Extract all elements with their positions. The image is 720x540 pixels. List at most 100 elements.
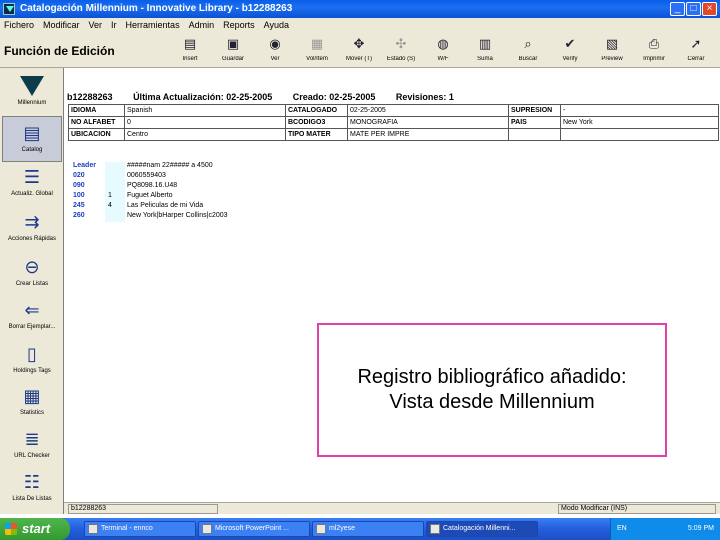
view-button[interactable]: ◉ Ver bbox=[255, 34, 295, 66]
title-bar: Catalogación Millennium - Innovative Lib… bbox=[0, 0, 720, 18]
table-row: IDIOMA Spanish CATALOGADO 02-25-2005 SUP… bbox=[68, 104, 719, 117]
preview-icon: ▧ bbox=[605, 36, 619, 51]
fixed-field-label bbox=[508, 128, 561, 141]
taskbar-item-folder[interactable]: ml2yese bbox=[312, 521, 424, 537]
menu-ir[interactable]: Ir bbox=[111, 20, 117, 30]
status-icon: ✣ bbox=[395, 36, 407, 51]
marc-value: New York|bHarper Collins|c2003 bbox=[127, 212, 228, 219]
sidebar-item-create-lists[interactable]: ⊖ Crear Listas bbox=[2, 251, 62, 297]
fixed-field-label: PAIS bbox=[508, 116, 561, 129]
save-icon: ▣ bbox=[226, 36, 240, 51]
volume-button[interactable]: ▦ Vol/Ítem bbox=[297, 34, 337, 66]
sidebar-item-statistics[interactable]: ▦ Statistics bbox=[2, 380, 62, 426]
list-item[interactable]: 245 4 Las Peliculas de mi Vida bbox=[71, 202, 271, 212]
powerpoint-icon bbox=[202, 524, 212, 534]
sidebar-item-list[interactable]: ☷ Lista De Listas bbox=[2, 466, 62, 512]
search-icon: ⌕ bbox=[524, 36, 532, 51]
marc-tag: 020 bbox=[73, 172, 85, 179]
list-item[interactable]: 090 PQ8098.16.U48 bbox=[71, 182, 271, 192]
fixed-field-value[interactable]: - bbox=[560, 104, 719, 117]
status-button[interactable]: ✣ Estado (S) bbox=[381, 34, 421, 66]
window-title: Catalogación Millennium - Innovative Lib… bbox=[20, 3, 293, 14]
rapid-update-icon: ⇉ bbox=[24, 212, 40, 232]
fixed-field-value[interactable]: 0 bbox=[124, 116, 286, 129]
list-item[interactable]: 260 New York|bHarper Collins|c2003 bbox=[71, 212, 271, 222]
fixed-field-value[interactable]: 02-25-2005 bbox=[347, 104, 509, 117]
fixed-field-value[interactable]: MONOGRAFIA bbox=[347, 116, 509, 129]
taskbar: start Terminal - ennco Microsoft PowerPo… bbox=[0, 518, 720, 540]
fixed-field-label: BCODIGO3 bbox=[285, 116, 348, 129]
list-item[interactable]: 020 0060559403 bbox=[71, 172, 271, 182]
language-indicator[interactable]: EN bbox=[617, 525, 627, 532]
windows-logo-icon bbox=[5, 523, 17, 535]
status-mode: Modo Modificar (INS) bbox=[558, 504, 716, 514]
summary-button[interactable]: ▥ Suma bbox=[465, 34, 505, 66]
menu-fichero[interactable]: Fichero bbox=[4, 20, 34, 30]
marc-value: 0060559403 bbox=[127, 172, 166, 179]
wf-button[interactable]: ◍ W/F bbox=[423, 34, 463, 66]
sidebar-item-delete-item[interactable]: ⇐ Borrar Ejemplar... bbox=[2, 294, 62, 340]
globe-icon: ◍ bbox=[437, 36, 449, 51]
clock: 5:09 PM bbox=[687, 525, 714, 532]
maximize-button[interactable]: □ bbox=[686, 2, 701, 16]
last-update: Última Actualización: 02-25-2005 bbox=[133, 92, 273, 102]
sidebar-item-catalog[interactable]: ▤ Catalog bbox=[2, 116, 62, 162]
preview-button[interactable]: ▧ Preview bbox=[592, 34, 632, 66]
menu-herramientas[interactable]: Herramientas bbox=[126, 20, 180, 30]
save-button[interactable]: ▣ Guardar bbox=[213, 34, 253, 66]
fixed-field-value bbox=[560, 128, 719, 141]
fixed-field-value[interactable]: New York bbox=[560, 116, 719, 129]
millennium-icon bbox=[430, 524, 440, 534]
fixed-field-value[interactable]: Centro bbox=[124, 128, 286, 141]
sidebar-item-holdings[interactable]: ▯ Holdings Tags bbox=[2, 338, 62, 384]
folder-icon bbox=[316, 524, 326, 534]
record-header: b12288263 Última Actualización: 02-25-20… bbox=[67, 92, 717, 102]
app-icon bbox=[3, 3, 15, 15]
minimize-button[interactable]: _ bbox=[670, 2, 685, 16]
fixed-field-label: IDIOMA bbox=[68, 104, 125, 117]
taskbar-item-millennium[interactable]: Catalogación Millenni... bbox=[426, 521, 538, 537]
menu-admin[interactable]: Admin bbox=[189, 20, 215, 30]
search-button[interactable]: ⌕ Buscar bbox=[508, 34, 548, 66]
toolbar: Función de Edición ▤ Insert ▣ Guardar ◉ Ver… bbox=[0, 32, 720, 68]
move-button[interactable]: ✥ Mover (T) bbox=[339, 34, 379, 66]
close-icon: ➚ bbox=[690, 36, 702, 51]
marc-tag: 100 bbox=[73, 192, 85, 199]
marc-value: #####nam 22##### a 4500 bbox=[127, 162, 213, 169]
start-button[interactable]: start bbox=[0, 518, 70, 540]
caption-line-2: Vista desde Millennium bbox=[389, 391, 595, 413]
close-button[interactable]: ➚ Cerrar bbox=[676, 34, 716, 66]
list-item[interactable]: Leader #####nam 22##### a 4500 bbox=[71, 162, 271, 172]
menu-reports[interactable]: Reports bbox=[223, 20, 255, 30]
print-icon: ⎙ bbox=[648, 36, 660, 51]
caption-box: Registro bibliográfico añadido: Vista de… bbox=[317, 323, 667, 457]
close-window-button[interactable]: × bbox=[702, 2, 717, 16]
sidebar-item-millennium[interactable]: Millennium bbox=[2, 70, 62, 116]
list-item[interactable]: 100 1 Fuguet Alberto bbox=[71, 192, 271, 202]
menu-modificar[interactable]: Modificar bbox=[43, 20, 80, 30]
millennium-logo bbox=[20, 76, 44, 96]
verify-button[interactable]: ✔ Verify bbox=[550, 34, 590, 66]
sidebar-item-rapid-update[interactable]: ⇉ Acciones Rápidas bbox=[2, 206, 62, 252]
fixed-field-value[interactable]: MATE PER IMPRE bbox=[347, 128, 509, 141]
marc-value: PQ8098.16.U48 bbox=[127, 182, 178, 189]
menu-ver[interactable]: Ver bbox=[89, 20, 103, 30]
sidebar-item-global-update[interactable]: ☰ Actualiz. Global bbox=[2, 161, 62, 207]
fixed-field-value[interactable]: Spanish bbox=[124, 104, 286, 117]
taskbar-item-terminal[interactable]: Terminal - ennco bbox=[84, 521, 196, 537]
marc-tag: Leader bbox=[73, 162, 96, 169]
marc-value: Fuguet Alberto bbox=[127, 192, 173, 199]
sidebar-item-url-checker[interactable]: ≣ URL Checker bbox=[2, 423, 62, 469]
marc-indicator-2 bbox=[115, 182, 125, 192]
print-button[interactable]: ⎙ Imprimir bbox=[634, 34, 674, 66]
menu-ayuda[interactable]: Ayuda bbox=[264, 20, 289, 30]
table-row: NO ALFABET 0 BCODIGO3 MONOGRAFIA PAIS Ne… bbox=[68, 116, 719, 129]
revisions: Revisiones: 1 bbox=[395, 92, 454, 102]
marc-indicator bbox=[105, 212, 115, 222]
fixed-field-label: NO ALFABET bbox=[68, 116, 125, 129]
taskbar-item-powerpoint[interactable]: Microsoft PowerPoint ... bbox=[198, 521, 310, 537]
insert-button[interactable]: ▤ Insert bbox=[170, 34, 210, 66]
marc-tag: 090 bbox=[73, 182, 85, 189]
marc-indicator-2 bbox=[115, 192, 125, 202]
marc-indicator-2 bbox=[115, 172, 125, 182]
